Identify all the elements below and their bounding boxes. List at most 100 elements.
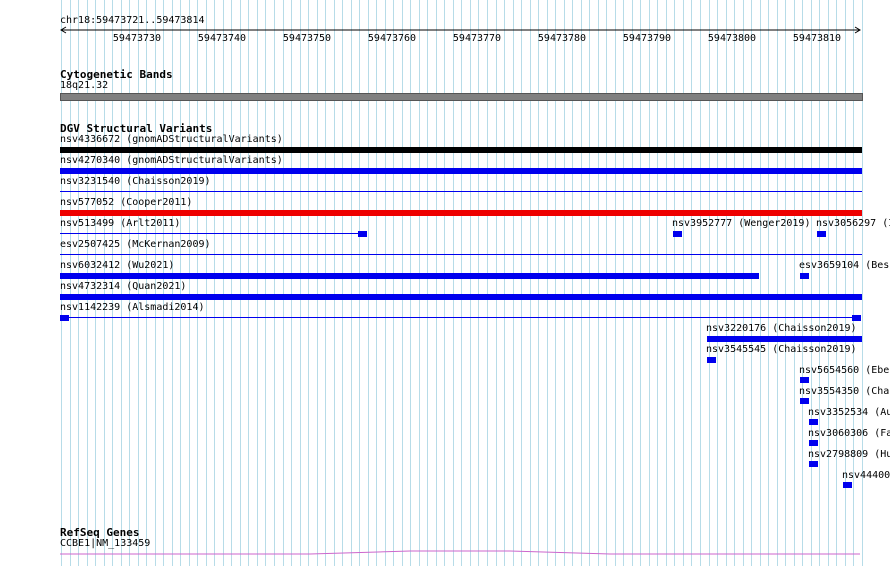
variant-block[interactable]	[809, 419, 818, 425]
grid-line	[760, 0, 761, 566]
grid-line	[589, 0, 590, 566]
variant-block[interactable]	[673, 231, 682, 237]
grid-line	[785, 0, 786, 566]
variant-line[interactable]	[69, 317, 852, 318]
cytoband-bar[interactable]	[60, 93, 863, 101]
grid-line	[802, 0, 803, 566]
grid-line	[334, 0, 335, 566]
grid-line	[751, 0, 752, 566]
variant-block[interactable]	[800, 377, 809, 383]
feature-label[interactable]: nsv3952777 (Wenger2019)	[672, 218, 810, 230]
grid-line	[674, 0, 675, 566]
grid-line	[700, 0, 701, 566]
feature-label[interactable]: nsv3060306 (Fa	[808, 428, 890, 440]
grid-line	[794, 0, 795, 566]
grid-line	[308, 0, 309, 566]
feature-label[interactable]: nsv513499 (Arlt2011)	[60, 218, 180, 230]
grid-line	[836, 0, 837, 566]
grid-line	[385, 0, 386, 566]
grid-line	[436, 0, 437, 566]
grid-line	[265, 0, 266, 566]
grid-line	[572, 0, 573, 566]
variant-block[interactable]	[800, 398, 809, 404]
grid-line	[666, 0, 667, 566]
variant-bar[interactable]	[60, 147, 862, 153]
grid-line	[547, 0, 548, 566]
feature-label[interactable]: nsv3220176 (Chaisson2019)	[706, 323, 857, 335]
variant-bar[interactable]	[60, 210, 862, 216]
grid-line	[214, 0, 215, 566]
grid-line	[223, 0, 224, 566]
grid-line	[206, 0, 207, 566]
feature-label[interactable]: nsv577052 (Cooper2011)	[60, 197, 192, 209]
variant-bar[interactable]	[60, 273, 759, 279]
feature-label[interactable]: nsv3352534 (Au	[808, 407, 890, 419]
grid-line	[461, 0, 462, 566]
grid-line	[342, 0, 343, 566]
variant-line[interactable]	[60, 254, 862, 255]
variant-block[interactable]	[852, 315, 861, 321]
grid-line	[376, 0, 377, 566]
tick-label: 59473810	[792, 33, 842, 44]
variant-block[interactable]	[809, 461, 818, 467]
variant-line[interactable]	[60, 191, 862, 192]
feature-label[interactable]: nsv44400	[842, 470, 890, 482]
tick-label: 59473750	[282, 33, 332, 44]
feature-label[interactable]: nsv3056297 (I	[816, 218, 890, 230]
grid-line	[743, 0, 744, 566]
variant-block[interactable]	[843, 482, 852, 488]
grid-line	[683, 0, 684, 566]
grid-line	[410, 0, 411, 566]
grid-line	[419, 0, 420, 566]
variant-bar[interactable]	[60, 294, 862, 300]
feature-label[interactable]: nsv4270340 (gnomADStructuralVariants)	[60, 155, 283, 167]
grid-line	[657, 0, 658, 566]
variant-block[interactable]	[358, 231, 367, 237]
grid-line	[777, 0, 778, 566]
grid-line	[623, 0, 624, 566]
grid-line	[640, 0, 641, 566]
feature-label[interactable]: nsv3554350 (Cha	[799, 386, 889, 398]
feature-label[interactable]: esv2507425 (McKernan2009)	[60, 239, 211, 251]
grid-line	[248, 0, 249, 566]
variant-bar[interactable]	[707, 336, 862, 342]
tick-label: 59473770	[452, 33, 502, 44]
grid-line	[598, 0, 599, 566]
feature-label[interactable]: nsv4732314 (Quan2021)	[60, 281, 186, 293]
grid-line	[709, 0, 710, 566]
grid-line	[470, 0, 471, 566]
feature-label[interactable]: nsv6032412 (Wu2021)	[60, 260, 174, 272]
feature-label[interactable]: nsv4336672 (gnomADStructuralVariants)	[60, 134, 283, 146]
variant-bar[interactable]	[60, 168, 862, 174]
grid-line	[478, 0, 479, 566]
feature-label[interactable]: nsv5654560 (Ebe	[799, 365, 889, 377]
grid-line	[274, 0, 275, 566]
feature-label[interactable]: esv3659104 (Bes	[799, 260, 889, 272]
grid-line	[530, 0, 531, 566]
grid-line	[453, 0, 454, 566]
grid-line	[726, 0, 727, 566]
tick-label: 59473780	[537, 33, 587, 44]
variant-block[interactable]	[809, 440, 818, 446]
gene-intron-line[interactable]	[0, 545, 890, 557]
grid-line	[581, 0, 582, 566]
feature-label[interactable]: nsv1142239 (Alsmadi2014)	[60, 302, 205, 314]
feature-label[interactable]: nsv3545545 (Chaisson2019)	[706, 344, 857, 356]
feature-label[interactable]: nsv2798809 (Hu	[808, 449, 890, 461]
variant-block[interactable]	[707, 357, 716, 363]
grid-line	[402, 0, 403, 566]
grid-line	[189, 0, 190, 566]
cytoband-label[interactable]: 18q21.32	[60, 80, 108, 92]
variant-block[interactable]	[60, 315, 69, 321]
grid-line	[513, 0, 514, 566]
variant-block[interactable]	[800, 273, 809, 279]
grid-line	[444, 0, 445, 566]
grid-line	[257, 0, 258, 566]
variant-block[interactable]	[817, 231, 826, 237]
grid-line	[828, 0, 829, 566]
grid-line	[538, 0, 539, 566]
variant-line[interactable]	[60, 233, 360, 234]
grid-line	[717, 0, 718, 566]
tick-label: 59473740	[197, 33, 247, 44]
feature-label[interactable]: nsv3231540 (Chaisson2019)	[60, 176, 211, 188]
